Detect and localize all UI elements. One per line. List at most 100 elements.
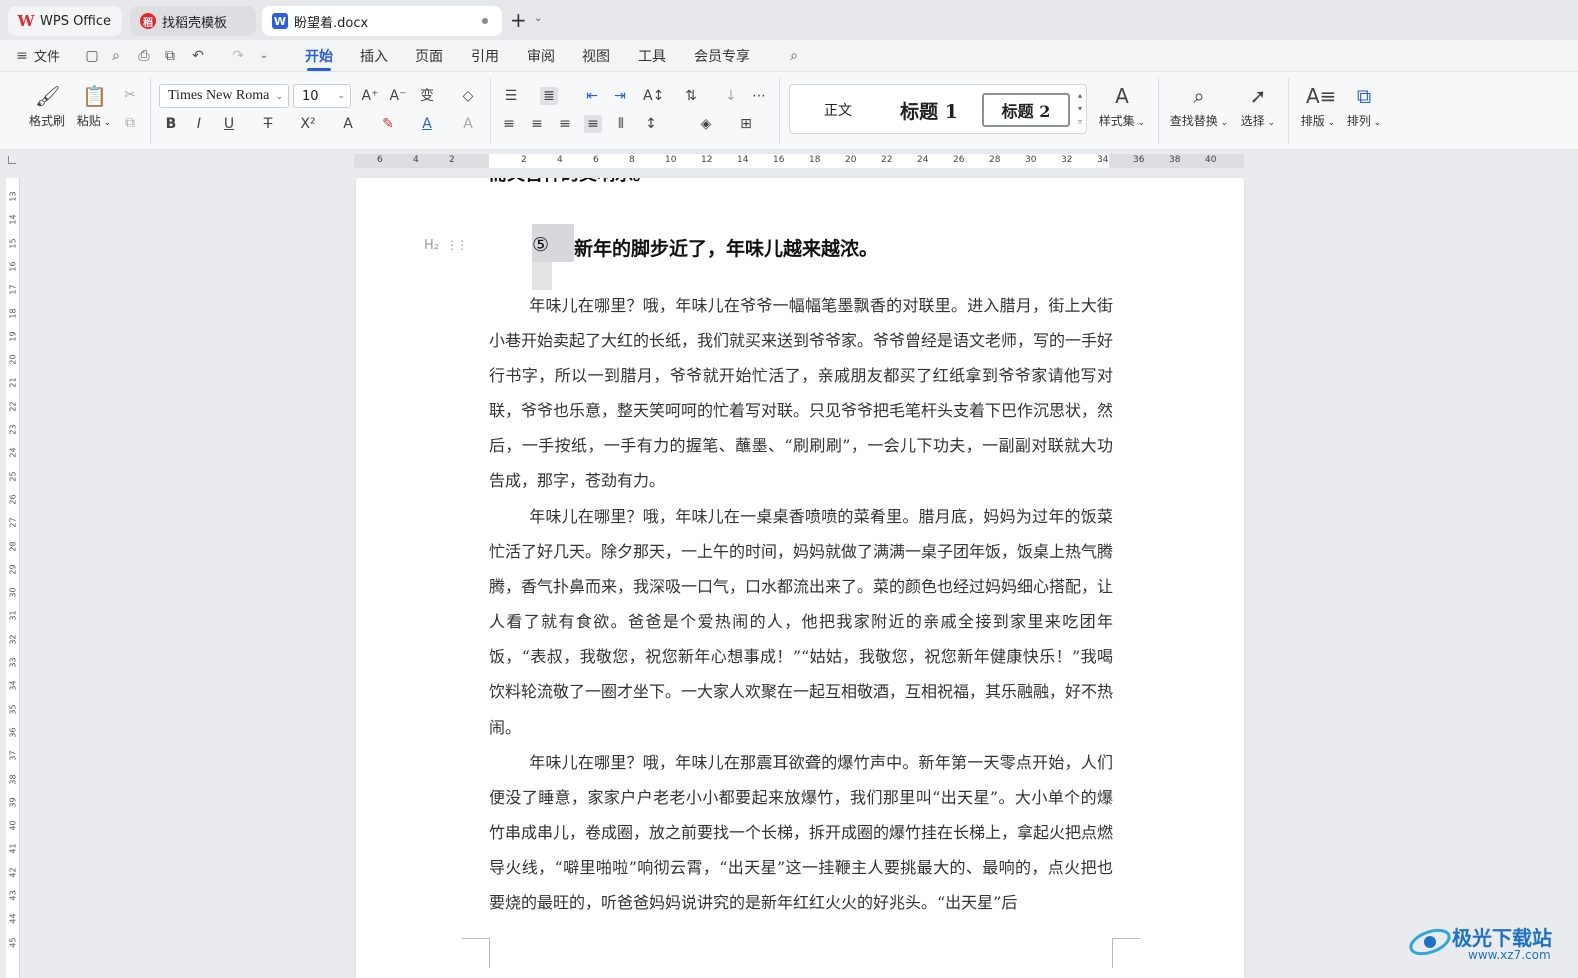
menu-insert[interactable]: 插入	[360, 46, 388, 66]
distribute-icon[interactable]: ⫴	[612, 115, 630, 133]
copy-icon[interactable]: ⧉	[121, 114, 139, 132]
menu-page[interactable]: 页面	[415, 46, 443, 66]
align-left-icon[interactable]: ≡	[500, 115, 518, 133]
strikethrough-icon[interactable]: T	[259, 115, 277, 133]
increase-indent-icon[interactable]: ⇥	[611, 87, 629, 105]
tab-wps-office[interactable]: W WPS Office	[8, 6, 122, 36]
ruler-tick-label: 35	[8, 704, 18, 715]
increase-font-icon[interactable]: A⁺	[361, 87, 379, 105]
phonetic-icon[interactable]: 变	[418, 87, 436, 105]
arrange-button[interactable]: ⧉ 排列 ⌄	[1344, 84, 1384, 129]
style-heading-2[interactable]: 标题 2	[982, 93, 1070, 127]
paragraph[interactable]: 年味儿在哪里？哦，年味儿在那震耳欲聋的爆竹声中。新年第一天零点开始，人们便没了睡…	[489, 745, 1113, 920]
tab-template[interactable]: 稻 找稻壳模板	[130, 6, 256, 36]
menu-member[interactable]: 会员专享	[694, 46, 750, 66]
underline-icon[interactable]: U	[220, 115, 238, 133]
heading-2-text[interactable]: 新年的脚步近了，年味儿越来越浓。	[574, 234, 878, 261]
line-spacing-icon[interactable]: ↕	[642, 115, 660, 133]
new-tab-plus-icon[interactable]: +	[510, 10, 527, 30]
show-marks-icon[interactable]: ⋯	[750, 87, 768, 105]
style-set-icon: A	[1115, 84, 1129, 108]
preview-icon[interactable]: ⧉	[162, 48, 178, 64]
align-center-icon[interactable]: ≡	[528, 115, 546, 133]
font-name-select[interactable]: Times New Roma ⌄	[159, 84, 289, 108]
menu-tools[interactable]: 工具	[638, 46, 666, 66]
shading-icon[interactable]: ◈	[697, 115, 715, 133]
char-shading-icon[interactable]: A	[459, 115, 477, 133]
numbered-list-icon[interactable]: ≣	[540, 87, 558, 105]
style-body[interactable]: 正文	[800, 93, 876, 127]
format-painter-button[interactable]: 🖌 格式刷	[26, 84, 68, 129]
menu-home[interactable]: 开始	[305, 46, 333, 71]
font-size-select[interactable]: 10 ⌄	[293, 84, 351, 108]
drag-handle-icon[interactable]: ⋮⋮	[446, 238, 468, 252]
undo-icon[interactable]: ↶	[190, 48, 206, 64]
bold-icon[interactable]: B	[162, 115, 180, 133]
heading-level-marker[interactable]: H₂	[424, 238, 439, 253]
clipboard-icon: 📋	[82, 84, 107, 108]
highlight-icon[interactable]: ✎	[379, 115, 397, 133]
print-preview-icon[interactable]: ⌕	[108, 48, 124, 64]
borders-icon[interactable]: ⊞	[737, 115, 755, 133]
styles-gallery: 正文 标题 1 标题 2 ▴ ▾ ▿	[789, 84, 1087, 134]
redo-icon[interactable]: ↷	[230, 48, 246, 64]
asian-layout-icon[interactable]: ↓	[722, 87, 740, 105]
sort-icon[interactable]: ⇅	[682, 87, 700, 105]
watermark-logo-icon	[1409, 928, 1451, 956]
italic-icon[interactable]: I	[190, 115, 208, 133]
clear-format-icon[interactable]: ◇	[459, 87, 477, 105]
chevron-down-icon[interactable]: ⌄	[534, 13, 542, 24]
text-effect-icon[interactable]: A	[339, 115, 357, 133]
menu-bar: ≡ 文件 ▢ ⌕ ⎙ ⧉ ↶ ↷ ⌄ 开始 插入 页面 引用 审阅 视图 工具 …	[0, 40, 1578, 72]
text-direction-icon[interactable]: A↕	[643, 87, 664, 105]
heading-number: ⑤	[532, 234, 550, 256]
align-right-icon[interactable]: ≡	[556, 115, 574, 133]
ruler-tick-label: 18	[809, 155, 821, 165]
search-icon: ⌕	[1193, 84, 1205, 108]
layout-button[interactable]: A≡ 排版 ⌄	[1298, 84, 1338, 129]
ruler-tick-label: 25	[8, 471, 18, 482]
search-icon[interactable]: ⌕	[786, 48, 802, 64]
menu-review[interactable]: 审阅	[527, 46, 555, 66]
ruler-tick-label: 30	[1025, 155, 1037, 165]
decrease-font-icon[interactable]: A⁻	[389, 87, 407, 105]
justify-icon[interactable]: ≡	[584, 115, 602, 133]
gallery-scroll[interactable]: ▴ ▾ ▿	[1078, 89, 1082, 128]
decrease-indent-icon[interactable]: ⇤	[583, 87, 601, 105]
tab-document[interactable]: W 盼望着.docx	[262, 6, 502, 36]
select-button[interactable]: ➚ 选择 ⌄	[1238, 84, 1278, 129]
find-replace-button[interactable]: ⌕ 查找替换 ⌄	[1168, 84, 1230, 129]
superscript-icon[interactable]: X²	[299, 115, 317, 133]
ruler-tick-label: 2	[449, 155, 455, 165]
print-icon[interactable]: ⎙	[136, 48, 152, 64]
menu-view[interactable]: 视图	[582, 46, 610, 66]
vertical-ruler[interactable]: 13 14 15 16 17 18 19 20 21 22 23 24 25 26 27 28 29 30 31 32…	[6, 178, 20, 978]
paragraph-text: 年味儿在哪里？哦，年味儿在爷爷一幅幅笔墨飘香的对联里。进入腊月，街上大街小巷开始…	[489, 296, 1114, 491]
paragraph[interactable]: 年味儿在哪里？哦，年味儿在一桌桌香喷喷的菜肴里。腊月底，妈妈为过年的饭菜忙活了好…	[489, 499, 1113, 745]
unsaved-dot-icon[interactable]	[482, 18, 488, 24]
ruler-tick-label: 42	[8, 867, 18, 878]
divider	[150, 78, 151, 144]
cut-icon[interactable]: ✂	[121, 86, 139, 104]
ruler-tick-label: 41	[8, 843, 18, 854]
document-page[interactable]: 而又吉祥的交响乐。 H₂ ⋮⋮ ⑤ 新年的脚步近了，年味儿越来越浓。 年味儿在哪…	[356, 178, 1244, 978]
bullet-list-icon[interactable]: ☰	[502, 87, 520, 105]
file-menu[interactable]: 文件	[34, 46, 60, 65]
font-color-icon[interactable]: A	[418, 115, 436, 133]
paste-button[interactable]: 📋 粘贴 ⌄	[74, 84, 114, 129]
horizontal-ruler[interactable]: 6 4 2 2 4 6 8 10 12 14 16 18 20 22 24 26 28 30 32 34 36 38 40	[354, 154, 1244, 168]
ruler-text-area	[489, 154, 1109, 168]
style-heading-1[interactable]: 标题 1	[882, 93, 976, 127]
chevron-down-icon[interactable]: ⌄	[256, 48, 272, 64]
paragraph[interactable]: 年味儿在哪里？哦，年味儿在爷爷一幅幅笔墨飘香的对联里。进入腊月，街上大街小巷开始…	[489, 288, 1113, 499]
tab-stop-selector[interactable]	[8, 156, 16, 164]
style-set-button[interactable]: A 样式集 ⌄	[1096, 84, 1148, 129]
ruler-tick-label: 28	[989, 155, 1001, 165]
ruler-tick-label: 14	[8, 214, 18, 225]
site-watermark: 极光下载站 www.xz7.com	[1408, 920, 1568, 970]
ruler-tick-label: 16	[773, 155, 785, 165]
hamburger-icon[interactable]: ≡	[14, 48, 30, 64]
ruler-tick-label: 13	[8, 191, 18, 202]
save-icon[interactable]: ▢	[84, 48, 100, 64]
menu-references[interactable]: 引用	[471, 46, 499, 66]
